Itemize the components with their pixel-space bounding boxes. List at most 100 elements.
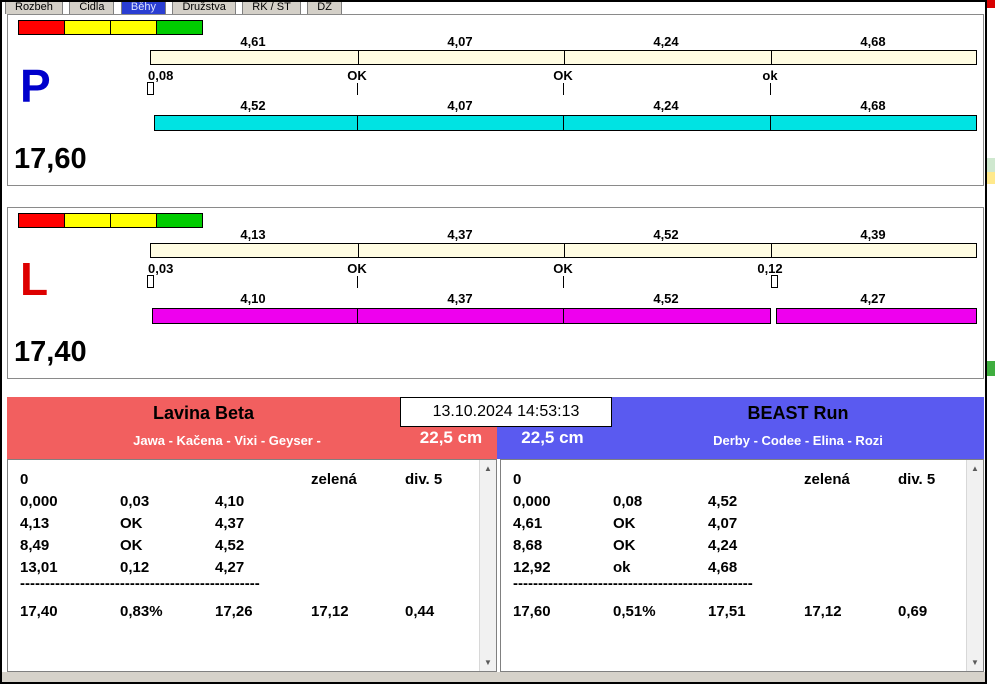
lower-segment-time: 4,52: [240, 98, 266, 113]
crossing-status: OK: [553, 68, 573, 83]
lower-segment-time: 4,10: [240, 291, 266, 306]
scroll-up-icon[interactable]: ▲: [480, 460, 496, 477]
tab-druzstva[interactable]: Družstva: [172, 2, 236, 14]
scrollbar[interactable]: ▲ ▼: [479, 460, 496, 671]
run-bar-segment: [357, 308, 564, 324]
tick-mark: [563, 83, 564, 95]
crossing-delta: 0,03: [148, 261, 174, 276]
table-header-row: 0 zelená div. 5: [501, 471, 963, 491]
datetime-display: 13.10.2024 14:53:13: [400, 397, 612, 427]
crossing-status: OK: [347, 68, 367, 83]
run-bar-segment: [563, 115, 771, 131]
start-value: 0: [513, 471, 522, 488]
lower-segment-time: 4,52: [653, 291, 679, 306]
jump-height-left: 22,5 cm: [419, 428, 483, 447]
scroll-up-icon[interactable]: ▲: [967, 460, 983, 477]
scroll-down-icon[interactable]: ▼: [480, 654, 496, 671]
upper-segment-time: 4,07: [447, 34, 473, 49]
upper-segment-time: 4,52: [653, 227, 679, 242]
timeline-bar: [150, 243, 977, 258]
desktop-edge-fragment: [987, 361, 995, 376]
table-row: 0,000 0,08 4,52: [513, 493, 738, 510]
upper-segment-time: 4,13: [240, 227, 266, 242]
separator-line: ----------------------------------------…: [20, 575, 260, 592]
run-bar-segment: [357, 115, 564, 131]
bottom-strip: [2, 672, 985, 682]
tick-mark: [357, 276, 358, 288]
team-right-results: 0 zelená div. 5 0,000 0,08 4,52 4,61 OK …: [500, 459, 984, 672]
tab-behy[interactable]: Běhy: [120, 2, 166, 14]
crossing-marker: [771, 275, 778, 288]
lower-segment-time: 4,68: [860, 98, 886, 113]
lane-panel-l: 4,13 4,37 4,52 4,39 0,03 OK OK 0,12 4,10…: [7, 207, 984, 379]
team-dogs-right: Derby - Codee - Elina - Rozi: [713, 433, 883, 448]
app-window: Rozbeh Cidla Běhy Družstva RK / ST DZ 4,…: [0, 0, 995, 684]
upper-segment-time: 4,68: [860, 34, 886, 49]
scrollbar[interactable]: ▲ ▼: [966, 460, 983, 671]
table-row: 0,000 0,03 4,10: [20, 493, 245, 510]
team-left-results: 0 zelená div. 5 0,000 0,03 4,10 4,13 OK …: [7, 459, 497, 672]
totals-row: 17,60 0,51% 17,51 17,12 0,69: [513, 603, 928, 620]
crossing-status: ok: [762, 68, 778, 83]
tab-bar: Rozbeh Cidla Běhy Družstva RK / ST DZ: [5, 2, 344, 14]
run-bar-segment: [154, 115, 358, 131]
light-status: zelená: [311, 471, 357, 488]
tab-cidla[interactable]: Cidla: [69, 2, 115, 14]
status-square: [156, 20, 203, 35]
upper-segment-time: 4,37: [447, 227, 473, 242]
tick-mark: [357, 83, 358, 95]
lower-segment-time: 4,37: [447, 291, 473, 306]
tab-dz[interactable]: DZ: [307, 2, 342, 14]
crossing-delta: 0,08: [148, 68, 174, 83]
status-square: [64, 213, 111, 228]
timeline-bar: [150, 50, 977, 65]
desktop-edge-fragment: [987, 172, 995, 184]
run-bar-segment: [770, 115, 977, 131]
desktop-edge-fragment: [987, 158, 995, 172]
status-square: [18, 20, 65, 35]
start-marker: [147, 82, 154, 95]
crossing-delta: 0,12: [757, 261, 783, 276]
table-header-row: 0 zelená div. 5: [8, 471, 476, 491]
lower-segment-time: 4,07: [447, 98, 473, 113]
tab-rozbeh[interactable]: Rozbeh: [5, 2, 63, 14]
desktop-edge: [987, 0, 995, 684]
team-dogs-left: Jawa - Kačena - Vixi - Geyser -: [133, 433, 321, 448]
start-marker: [147, 275, 154, 288]
table-row: 8,49 OK 4,52: [20, 537, 245, 554]
tab-rk-st[interactable]: RK / ST: [242, 2, 301, 14]
light-status: zelená: [804, 471, 850, 488]
lane-letter: P: [20, 60, 51, 112]
upper-segment-time: 4,24: [653, 34, 679, 49]
lane-letter: L: [20, 253, 49, 305]
timing-app: Rozbeh Cidla Běhy Družstva RK / ST DZ 4,…: [0, 0, 987, 684]
lane-total-time: 17,60: [14, 143, 87, 175]
separator-line: ----------------------------------------…: [513, 575, 753, 592]
crossing-status: OK: [553, 261, 573, 276]
lane-panel-p: 4,61 4,07 4,24 4,68 0,08 OK OK ok 4,52 4…: [7, 14, 984, 186]
table-row: 8,68 OK 4,24: [513, 537, 738, 554]
jump-height-right: 22,5 cm: [521, 428, 584, 447]
upper-segment-time: 4,61: [240, 34, 266, 49]
tick-mark: [770, 83, 771, 95]
status-square: [110, 213, 157, 228]
team-name-right: BEAST Run: [747, 403, 849, 423]
start-value: 0: [20, 471, 29, 488]
run-bar-segment: [563, 308, 771, 324]
division-label: div. 5: [405, 471, 443, 488]
table-row: 4,13 OK 4,37: [20, 515, 245, 532]
lane-total-time: 17,40: [14, 336, 87, 368]
tick-mark: [563, 276, 564, 288]
status-square: [110, 20, 157, 35]
status-square: [18, 213, 65, 228]
desktop-edge-fragment: [987, 0, 995, 8]
scroll-down-icon[interactable]: ▼: [967, 654, 983, 671]
status-square: [156, 213, 203, 228]
division-label: div. 5: [898, 471, 936, 488]
team-name-left: Lavina Beta: [152, 403, 255, 423]
totals-row: 17,40 0,83% 17,26 17,12 0,44: [20, 603, 435, 620]
lower-segment-time: 4,24: [653, 98, 679, 113]
crossing-status: OK: [347, 261, 367, 276]
run-bar-segment: [776, 308, 977, 324]
lower-segment-time: 4,27: [860, 291, 886, 306]
